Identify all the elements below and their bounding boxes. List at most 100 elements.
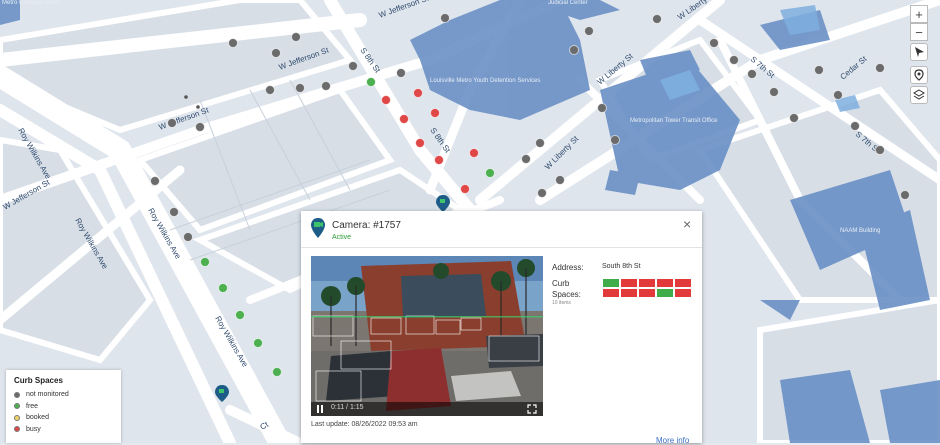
curb-marker-busy[interactable]	[399, 114, 409, 124]
curb-marker-not-monitored[interactable]	[875, 63, 885, 73]
curb-marker-busy[interactable]	[430, 108, 440, 118]
curb-marker-not-monitored[interactable]	[729, 55, 739, 65]
legend-swatch	[14, 391, 20, 398]
curb-marker-not-monitored[interactable]	[295, 83, 305, 93]
curb-slot-busy	[621, 289, 637, 297]
curb-marker-not-monitored[interactable]	[228, 38, 238, 48]
legend-label: busy	[26, 425, 41, 433]
legend-swatch	[14, 426, 20, 433]
curb-marker-not-monitored[interactable]	[652, 14, 662, 24]
video-controls: 0:11 / 1:15	[311, 402, 543, 416]
camera-title: Camera: #1757	[332, 220, 401, 231]
legend-label: free	[26, 402, 39, 410]
curb-marker-busy[interactable]	[434, 155, 444, 165]
layers-button[interactable]	[910, 86, 928, 104]
zoom-out-button[interactable]: −	[910, 23, 928, 41]
curb-marker-not-monitored[interactable]	[555, 175, 565, 185]
pause-icon[interactable]	[316, 405, 324, 413]
curb-marker-not-monitored[interactable]	[396, 68, 406, 78]
legend-label: not monitored	[26, 391, 69, 399]
curb-marker-not-monitored[interactable]	[875, 145, 885, 155]
curb-slot-busy	[621, 279, 637, 287]
map-dot	[184, 95, 188, 99]
curb-marker-busy[interactable]	[381, 95, 391, 105]
address-value: South 8th St	[602, 263, 641, 270]
curb-marker-not-monitored[interactable]	[900, 190, 910, 200]
layers-icon	[913, 89, 925, 100]
building-label: Louisville Metro Youth Detention Service…	[430, 78, 540, 84]
curb-marker-not-monitored[interactable]	[291, 32, 301, 42]
curb-marker-not-monitored[interactable]	[271, 48, 281, 58]
curb-marker-not-monitored[interactable]	[597, 103, 607, 113]
curb-marker-not-monitored[interactable]	[789, 113, 799, 123]
legend: Curb Spaces not monitored free booked bu…	[6, 370, 121, 443]
camera-pin-icon	[311, 218, 325, 238]
curb-slot-busy	[639, 279, 655, 287]
curb-marker-free[interactable]	[485, 168, 495, 178]
curb-marker-not-monitored[interactable]	[440, 13, 450, 23]
curb-slot-free	[657, 289, 673, 297]
curb-marker-not-monitored[interactable]	[833, 90, 843, 100]
curb-marker-not-monitored[interactable]	[769, 87, 779, 97]
curb-marker-busy[interactable]	[460, 184, 470, 194]
curb-marker-not-monitored[interactable]	[584, 26, 594, 36]
map-dot	[196, 105, 200, 109]
curb-slot-busy	[603, 289, 619, 297]
curb-slot-busy	[675, 279, 691, 287]
locate-icon	[914, 69, 924, 81]
curb-marker-not-monitored[interactable]	[265, 85, 275, 95]
more-info-link[interactable]: More info	[656, 436, 689, 445]
compass-button[interactable]	[910, 43, 928, 61]
last-update: Last update: 08/26/2022 09:53 am	[311, 421, 418, 428]
camera-video[interactable]: 0:11 / 1:15	[311, 256, 543, 416]
legend-swatch	[14, 414, 20, 421]
curb-marker-not-monitored[interactable]	[321, 81, 331, 91]
divider	[301, 247, 702, 248]
close-icon[interactable]: ×	[683, 217, 691, 231]
video-frame	[311, 256, 543, 416]
curb-marker-not-monitored[interactable]	[150, 176, 160, 186]
curb-marker-free[interactable]	[253, 338, 263, 348]
address-label: Address:	[552, 263, 584, 272]
curb-spaces-count: 10 items	[552, 300, 571, 306]
popup-header: Camera: #1757 Active ×	[301, 211, 702, 247]
curb-marker-busy[interactable]	[415, 138, 425, 148]
curb-marker-not-monitored[interactable]	[167, 118, 177, 128]
curb-marker-free[interactable]	[272, 367, 282, 377]
zoom-in-button[interactable]: +	[910, 5, 928, 23]
legend-swatch	[14, 403, 20, 410]
curb-marker-not-monitored[interactable]	[569, 45, 579, 55]
curb-marker-not-monitored[interactable]	[814, 65, 824, 75]
curb-marker-not-monitored[interactable]	[183, 232, 193, 242]
curb-marker-not-monitored[interactable]	[610, 135, 620, 145]
legend-label: booked	[26, 414, 49, 422]
curb-marker-not-monitored[interactable]	[521, 154, 531, 164]
curb-marker-busy[interactable]	[469, 148, 479, 158]
curb-marker-busy[interactable]	[413, 88, 423, 98]
curb-marker-free[interactable]	[218, 283, 228, 293]
curb-marker-not-monitored[interactable]	[709, 38, 719, 48]
curb-marker-not-monitored[interactable]	[537, 188, 547, 198]
building-label: Metro Gateway Tower	[2, 0, 60, 6]
curb-spaces-label: Curb Spaces:	[552, 279, 581, 299]
curb-slot-free	[603, 279, 619, 287]
fullscreen-icon[interactable]	[527, 404, 537, 414]
curb-marker-not-monitored[interactable]	[850, 121, 860, 131]
curb-slot-busy	[639, 289, 655, 297]
curb-marker-free[interactable]	[366, 77, 376, 87]
curb-marker-not-monitored[interactable]	[348, 61, 358, 71]
curb-slot-busy	[675, 289, 691, 297]
curb-slot-grid	[603, 279, 693, 297]
curb-marker-not-monitored[interactable]	[747, 69, 757, 79]
curb-marker-free[interactable]	[200, 257, 210, 267]
building-label: Metropolitan Tower Transit Office	[630, 118, 718, 124]
camera-popup: Camera: #1757 Active × 0:11 / 1:15 Addre…	[301, 211, 702, 445]
locate-button[interactable]	[910, 66, 928, 84]
curb-marker-not-monitored[interactable]	[535, 138, 545, 148]
curb-slot-busy	[657, 279, 673, 287]
curb-marker-not-monitored[interactable]	[195, 122, 205, 132]
legend-item: booked	[14, 412, 113, 424]
legend-title: Curb Spaces	[14, 376, 63, 385]
curb-marker-not-monitored[interactable]	[169, 207, 179, 217]
curb-marker-free[interactable]	[235, 310, 245, 320]
